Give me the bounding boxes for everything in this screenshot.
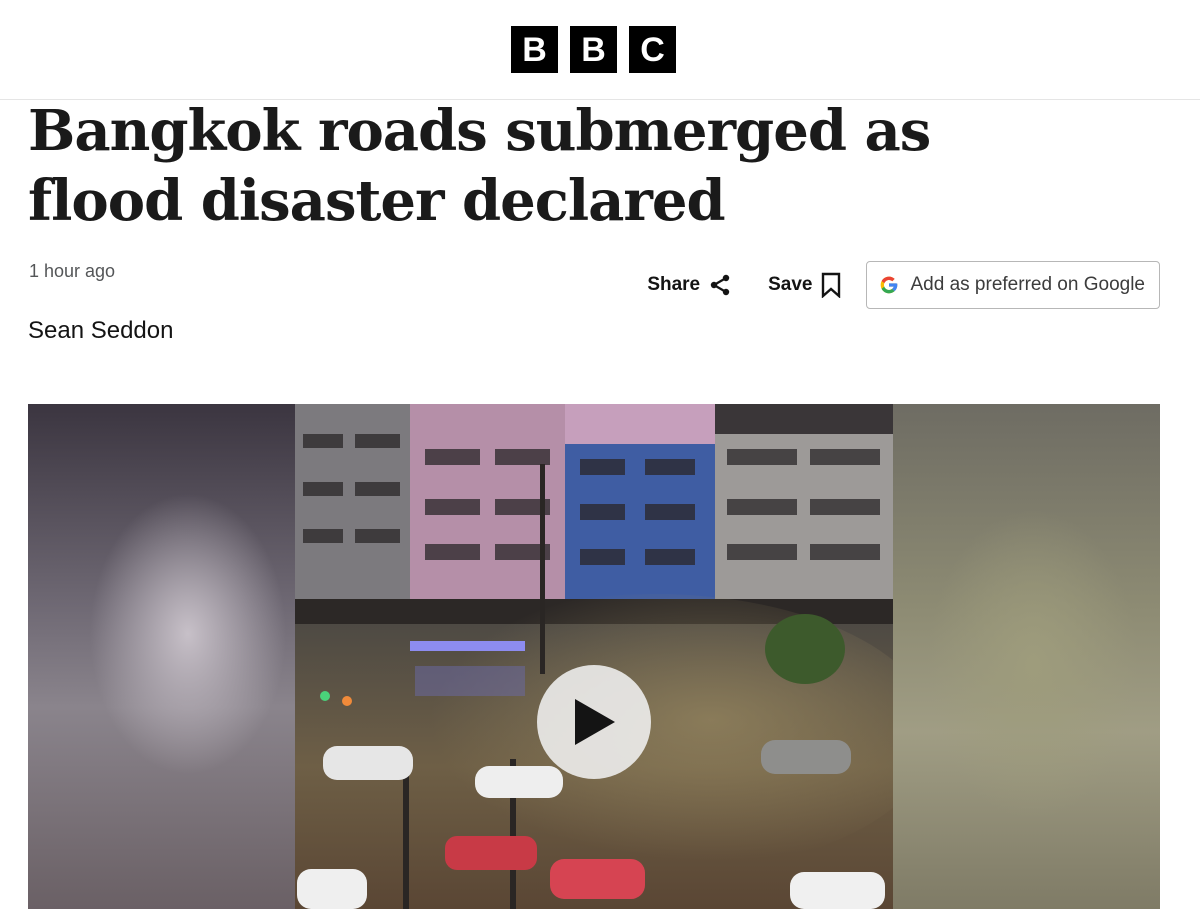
video-blur-left bbox=[28, 404, 295, 909]
article-timestamp: 1 hour ago bbox=[29, 261, 116, 281]
video-thumbnail bbox=[295, 404, 893, 909]
add-preferred-google-button[interactable]: Add as preferred on Google bbox=[865, 261, 1160, 309]
share-icon bbox=[708, 273, 732, 297]
logo-letter-3: C bbox=[629, 26, 676, 73]
logo-letter-1: B bbox=[511, 26, 558, 73]
save-label: Save bbox=[768, 274, 813, 295]
flooded-street-thumbnail bbox=[295, 404, 893, 909]
article-headline: Bangkok roads submerged as flood disaste… bbox=[28, 98, 931, 234]
logo-letter-2: B bbox=[570, 26, 617, 73]
bookmark-icon bbox=[821, 272, 841, 298]
share-button[interactable]: Share bbox=[647, 273, 732, 297]
site-header: B B C bbox=[0, 0, 1200, 100]
play-icon bbox=[571, 697, 617, 747]
save-button[interactable]: Save bbox=[768, 272, 840, 298]
play-button[interactable] bbox=[537, 665, 651, 779]
video-player[interactable] bbox=[28, 404, 1160, 909]
video-blur-right bbox=[893, 404, 1160, 909]
article-author: Sean Seddon bbox=[28, 317, 174, 344]
google-button-label: Add as preferred on Google bbox=[910, 274, 1146, 295]
google-g-icon bbox=[879, 275, 899, 295]
bbc-logo[interactable]: B B C bbox=[511, 26, 676, 73]
share-label: Share bbox=[647, 274, 701, 295]
article-actions: Share Save Add as preferred on Google bbox=[647, 261, 1160, 309]
